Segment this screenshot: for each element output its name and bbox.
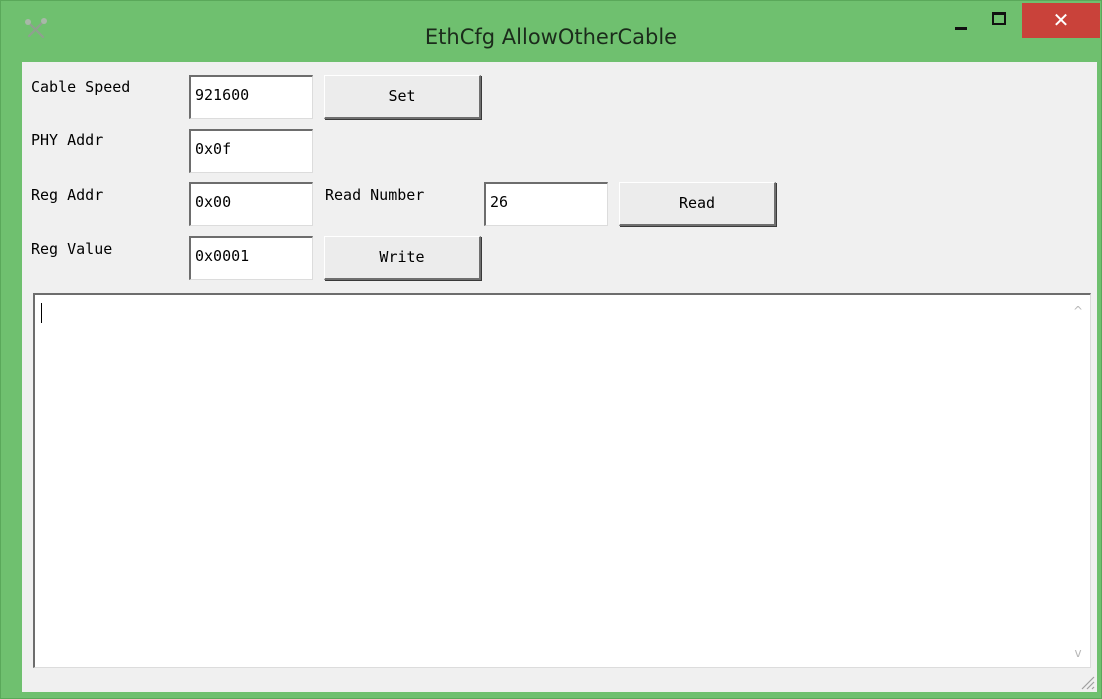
- dialog-client-area: Cable Speed 921600 Set PHY Addr 0x0f Reg…: [22, 62, 1097, 692]
- maximize-button[interactable]: [981, 5, 1019, 41]
- vertical-scrollbar[interactable]: ^ v: [1066, 295, 1090, 667]
- write-button[interactable]: Write: [324, 236, 481, 280]
- phy-addr-input[interactable]: 0x0f: [189, 129, 313, 173]
- set-button[interactable]: Set: [324, 75, 481, 119]
- minimize-icon: [955, 27, 967, 30]
- app-window: EthCfg AllowOtherCable ✕ Cable Speed 921…: [0, 0, 1102, 699]
- reg-value-label: Reg Value: [31, 240, 113, 258]
- cable-speed-input[interactable]: 921600: [189, 75, 313, 119]
- title-bar[interactable]: EthCfg AllowOtherCable ✕: [1, 1, 1101, 61]
- maximize-icon: [992, 12, 1006, 25]
- output-textarea[interactable]: ^ v: [33, 293, 1091, 668]
- phy-addr-label: PHY Addr: [31, 131, 104, 149]
- scroll-up-arrow-icon[interactable]: ^: [1066, 299, 1090, 323]
- reg-addr-label: Reg Addr: [31, 186, 104, 204]
- reg-addr-input[interactable]: 0x00: [189, 182, 313, 226]
- window-title: EthCfg AllowOtherCable: [424, 25, 678, 49]
- close-icon: ✕: [1052, 8, 1070, 32]
- read-button[interactable]: Read: [619, 182, 776, 226]
- resize-grip-icon[interactable]: [1079, 674, 1095, 690]
- close-button[interactable]: ✕: [1022, 3, 1100, 38]
- reg-value-input[interactable]: 0x0001: [189, 236, 313, 280]
- read-number-label: Read Number: [325, 186, 425, 204]
- cable-speed-label: Cable Speed: [31, 78, 131, 96]
- text-caret: [41, 303, 42, 323]
- read-number-input[interactable]: 26: [484, 182, 608, 226]
- scroll-down-arrow-icon[interactable]: v: [1066, 641, 1090, 665]
- minimize-button[interactable]: [944, 5, 980, 41]
